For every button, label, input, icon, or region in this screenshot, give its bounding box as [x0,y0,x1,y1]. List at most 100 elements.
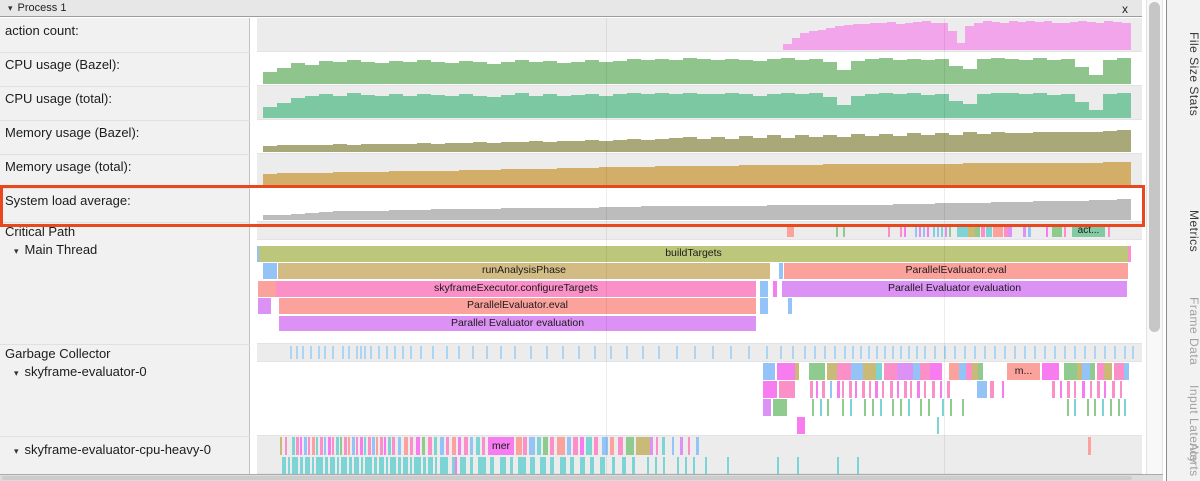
event-tick[interactable] [1074,346,1076,359]
cpu-total-area-chart[interactable] [263,87,1131,118]
row-label-critical-path[interactable]: Critical Path [0,224,249,242]
slice[interactable] [1087,399,1089,416]
event-tick[interactable] [626,346,628,359]
slice[interactable] [663,457,665,475]
slice[interactable] [529,437,535,455]
event-tick[interactable] [1008,224,1012,237]
event-tick[interactable] [318,346,320,359]
slice[interactable] [696,437,699,455]
event-tick[interactable] [836,224,838,237]
track-cpu-bazel[interactable] [257,52,1142,86]
slice[interactable] [1090,363,1095,380]
slice[interactable] [842,381,844,398]
slice-buildtargets[interactable]: buildTargets [259,246,1128,262]
row-label-garbage-collector[interactable]: Garbage Collector [0,346,249,364]
track-skyframe-evaluator-cpu-heavy-0[interactable]: mer [257,436,1142,474]
slice[interactable] [760,281,768,297]
event-tick[interactable] [310,346,312,359]
event-tick[interactable] [834,346,836,359]
event-tick[interactable] [852,346,854,359]
slice[interactable] [727,457,729,475]
slice[interactable] [777,457,779,475]
slice[interactable] [410,457,412,475]
slice[interactable] [1064,363,1077,380]
slice[interactable] [392,437,395,455]
row-label-main-thread[interactable]: ▾Main Thread [0,242,249,260]
slice[interactable] [341,457,347,475]
event-tick[interactable] [546,346,548,359]
event-tick[interactable] [1104,346,1106,359]
track-main-thread[interactable]: buildTargetsrunAnalysisPhaseParallelEval… [257,240,1142,344]
event-tick[interactable] [968,224,975,237]
slice[interactable] [959,363,966,380]
track-critical-path[interactable]: act... [257,222,1142,240]
slice[interactable] [337,457,339,475]
system-load-area-chart[interactable] [263,189,1131,220]
slice[interactable] [977,381,987,398]
event-tick[interactable] [1046,224,1048,237]
event-tick[interactable] [937,224,939,237]
slice[interactable] [386,457,388,475]
slice[interactable] [897,381,899,398]
slice[interactable] [340,437,342,455]
slice[interactable] [1114,363,1124,380]
slice[interactable] [570,457,574,475]
slice[interactable] [332,437,334,455]
event-tick[interactable] [360,346,362,359]
slice[interactable] [348,437,350,455]
expand-caret-icon[interactable]: ▾ [14,246,19,256]
event-tick[interactable] [919,224,921,237]
slice[interactable] [422,437,425,455]
event-tick[interactable] [402,346,404,359]
slice[interactable] [292,457,298,475]
slice[interactable] [372,437,375,455]
event-tick[interactable] [530,346,532,359]
mem-total-area-chart[interactable] [263,155,1131,186]
event-tick[interactable] [904,224,906,237]
event-tick[interactable] [302,346,304,359]
event-tick[interactable] [1064,346,1066,359]
event-tick[interactable] [1132,346,1134,359]
event-tick[interactable] [814,346,816,359]
slice-parallel-evaluator-evaluation[interactable]: Parallel Evaluator evaluation [782,281,1127,297]
slice[interactable] [849,381,852,398]
slice[interactable] [1082,381,1085,398]
event-tick[interactable] [500,346,502,359]
slice[interactable] [872,399,874,416]
event-tick[interactable] [860,346,862,359]
event-tick[interactable] [348,346,350,359]
slice[interactable] [1124,399,1126,416]
slice[interactable] [685,457,687,475]
slice[interactable] [458,437,461,455]
slice[interactable] [490,457,494,475]
event-tick[interactable] [984,346,986,359]
event-tick[interactable] [949,224,951,237]
event-tick[interactable] [1004,346,1006,359]
slice[interactable] [523,437,527,455]
slice[interactable] [978,363,983,380]
slice[interactable] [384,437,386,455]
event-tick[interactable] [562,346,564,359]
event-tick[interactable] [792,346,794,359]
slice[interactable] [788,298,792,314]
slice[interactable] [1097,381,1100,398]
slice-parallelevaluator-eval[interactable]: ParallelEvaluator.eval [279,298,756,314]
event-tick[interactable] [1084,346,1086,359]
event-tick[interactable] [1014,346,1016,359]
event-tick[interactable] [964,346,966,359]
event-tick[interactable] [370,346,372,359]
slice[interactable] [612,457,615,475]
slice[interactable] [305,457,310,475]
slice[interactable] [1067,399,1069,416]
slice[interactable] [920,399,922,416]
slice[interactable] [550,457,554,475]
tab-file-size-stats[interactable]: File Size Stats [1167,22,1200,126]
event-tick[interactable] [642,346,644,359]
event-tick[interactable] [986,224,992,237]
slice[interactable] [376,437,378,455]
slice[interactable] [875,381,878,398]
slice[interactable] [763,363,775,380]
slice[interactable] [672,437,674,455]
row-label-cpu-bazel[interactable]: CPU usage (Bazel): [0,57,249,75]
slice[interactable] [662,437,665,455]
